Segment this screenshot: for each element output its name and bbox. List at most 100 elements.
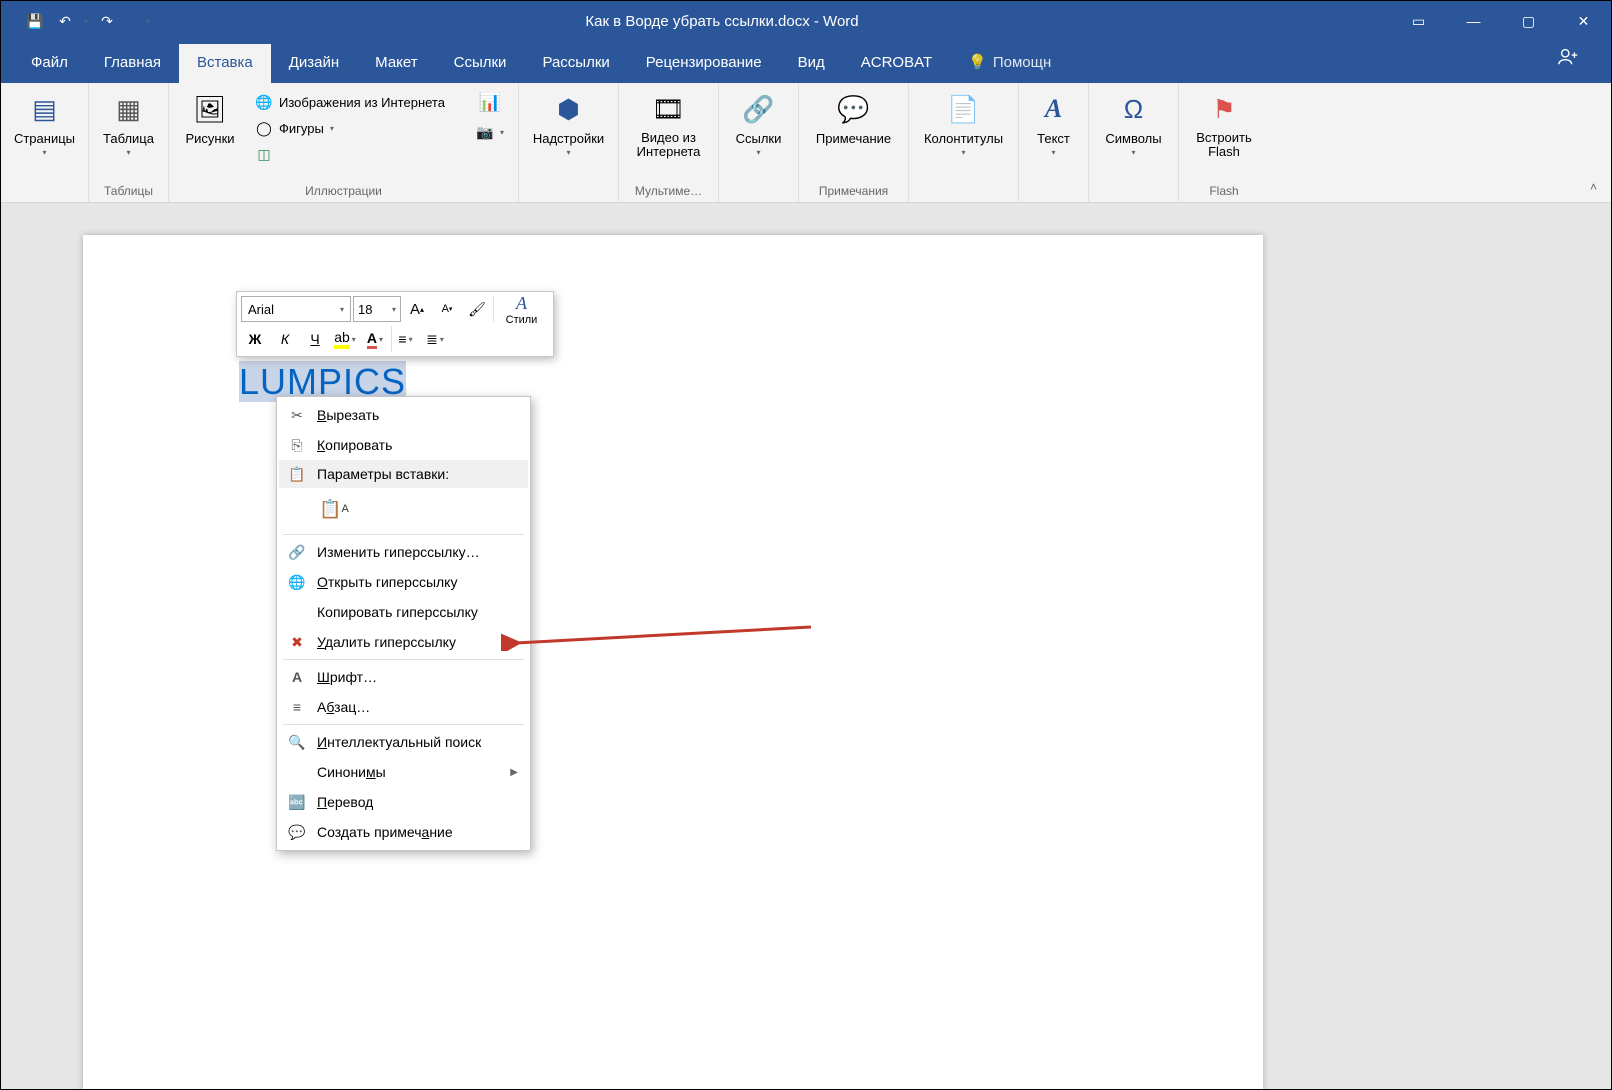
chart-button[interactable]: 📊 [479, 91, 501, 113]
smartart-button[interactable]: ◫ [249, 143, 451, 165]
ribbon-display-options-icon[interactable]: ▭ [1391, 1, 1446, 41]
group-flash: Flash [1185, 182, 1263, 200]
italic-button[interactable]: К [271, 326, 299, 352]
collapse-ribbon-icon[interactable]: ˄ [1576, 172, 1611, 202]
tab-references[interactable]: Ссылки [436, 44, 525, 83]
mini-toolbar: Arial▾ 18▾ A▴ A▾ 🖌 A Стили Ж К Ч ab▾ A▾ … [236, 291, 554, 357]
addins-button[interactable]: ⬢ Надстройки ▾ [525, 87, 612, 179]
save-icon[interactable]: 💾 [21, 7, 49, 35]
font-size-combo[interactable]: 18▾ [353, 296, 401, 322]
highlight-button[interactable]: ab▾ [331, 326, 359, 352]
lightbulb-icon: 💡 [968, 53, 987, 71]
headerfooter-icon: 📄 [946, 91, 982, 127]
tell-me[interactable]: 💡 Помощн [950, 43, 1069, 83]
styles-button[interactable]: A Стили [493, 296, 549, 322]
cut-icon: ✂ [287, 405, 307, 425]
hyperlink-icon: 🔗 [287, 542, 307, 562]
copy-icon: ⎘ [287, 435, 307, 455]
undo-dropdown[interactable]: ▾ [81, 17, 91, 26]
numbering-button[interactable]: ≣▾ [421, 326, 449, 352]
links-button[interactable]: 🔗 Ссылки ▾ [725, 87, 792, 179]
addins-label: Надстройки [533, 131, 604, 146]
header-footer-button[interactable]: 📄 Колонтитулы ▾ [915, 87, 1012, 179]
menu-new-comment[interactable]: 💬 Создать примечание [279, 817, 528, 847]
underline-button[interactable]: Ч [301, 326, 329, 352]
headerfooter-label: Колонтитулы [924, 131, 1003, 146]
table-button[interactable]: ▦ Таблица ▾ [95, 87, 162, 179]
group-tables: Таблицы [95, 182, 162, 200]
tab-mailings[interactable]: Рассылки [524, 44, 627, 83]
tab-review[interactable]: Рецензирование [628, 44, 780, 83]
ribbon-tabs: Файл Главная Вставка Дизайн Макет Ссылки… [1, 41, 1611, 83]
group-comments: Примечания [805, 182, 902, 200]
menu-paragraph[interactable]: ≡ Абзац… [279, 692, 528, 722]
menu-font[interactable]: A Шрифт… [279, 662, 528, 692]
copy-hyperlink-label: Копировать гиперссылку [317, 604, 478, 620]
tab-home[interactable]: Главная [86, 44, 179, 83]
font-size-value: 18 [358, 302, 372, 317]
menu-paste-options-header: 📋 Параметры вставки: [279, 460, 528, 488]
menu-open-hyperlink[interactable]: 🌐 Открыть гиперссылку [279, 567, 528, 597]
tab-acrobat[interactable]: ACROBAT [843, 44, 950, 83]
minimize-button[interactable]: — [1446, 1, 1501, 41]
remove-link-icon: ✖ [287, 632, 307, 652]
tab-view[interactable]: Вид [780, 44, 843, 83]
comment-button[interactable]: 💬 Примечание [805, 87, 902, 179]
shapes-button[interactable]: ◯ Фигуры ▾ [249, 117, 451, 139]
open-link-icon: 🌐 [287, 572, 307, 592]
redo-icon[interactable]: ↷ [93, 7, 121, 35]
menu-copy[interactable]: ⎘ Копировать [279, 430, 528, 460]
screenshot-button[interactable]: 📷▾ [474, 121, 506, 143]
menu-synonyms[interactable]: Синонимы ▶ [279, 757, 528, 787]
pictures-label: Рисунки [185, 131, 234, 146]
tell-me-label: Помощн [993, 54, 1051, 71]
shrink-font-icon[interactable]: A▾ [433, 296, 461, 322]
styles-label: Стили [506, 314, 538, 326]
tab-file[interactable]: Файл [13, 44, 86, 83]
tab-design[interactable]: Дизайн [271, 44, 357, 83]
flash-label: Встроить Flash [1185, 131, 1263, 160]
menu-remove-hyperlink[interactable]: ✖ Удалить гиперссылку [279, 627, 528, 657]
bold-button[interactable]: Ж [241, 326, 269, 352]
paste-header-label: Параметры вставки: [317, 466, 449, 482]
textbox-icon: A [1036, 91, 1072, 127]
paste-icon: 📋 [287, 464, 307, 484]
ribbon: ▤ Страницы ▾ ▦ Таблица ▾ Таблицы 🖼 Рисун… [1, 83, 1611, 203]
menu-translate[interactable]: 🔤 Перевод [279, 787, 528, 817]
symbols-button[interactable]: Ω Символы ▾ [1095, 87, 1172, 179]
tab-layout[interactable]: Макет [357, 44, 435, 83]
pictures-button[interactable]: 🖼 Рисунки [175, 87, 245, 179]
menu-cut[interactable]: ✂ Вырезать [279, 400, 528, 430]
menu-copy-hyperlink[interactable]: Копировать гиперссылку [279, 597, 528, 627]
pages-button[interactable]: ▤ Страницы ▾ [7, 87, 82, 179]
translate-icon: 🔤 [287, 792, 307, 812]
paragraph-icon: ≡ [287, 697, 307, 717]
submenu-arrow-icon: ▶ [510, 767, 518, 778]
video-label: Видео из Интернета [625, 131, 712, 160]
context-menu: ✂ Вырезать ⎘ Копировать 📋 Параметры вста… [276, 396, 531, 851]
online-video-button[interactable]: 🎞 Видео из Интернета [625, 87, 712, 179]
document-title: Как в Ворде убрать ссылки.docx - Word [173, 13, 1271, 30]
grow-font-icon[interactable]: A▴ [403, 296, 431, 322]
online-pics-label: Изображения из Интернета [279, 95, 445, 110]
menu-smart-lookup[interactable]: 🔍 Интеллектуальный поиск [279, 727, 528, 757]
symbol-icon: Ω [1116, 91, 1152, 127]
picture-icon: 🖼 [192, 91, 228, 127]
font-icon: A [287, 667, 307, 687]
smartart-icon: ◫ [255, 145, 273, 163]
font-family-combo[interactable]: Arial▾ [241, 296, 351, 322]
format-painter-icon[interactable]: 🖌 [463, 296, 491, 322]
online-pictures-button[interactable]: 🌐 Изображения из Интернета [249, 91, 451, 113]
font-color-button[interactable]: A▾ [361, 326, 389, 352]
text-button[interactable]: A Текст ▾ [1025, 87, 1082, 179]
undo-icon[interactable]: ↶ [51, 7, 79, 35]
search-icon: 🔍 [287, 732, 307, 752]
flash-button[interactable]: ⚑ Встроить Flash [1185, 87, 1263, 179]
qat-customize[interactable]: ▾ [143, 17, 153, 26]
tab-insert[interactable]: Вставка [179, 44, 271, 83]
bullets-button[interactable]: ≡▾ [391, 326, 419, 352]
paste-keep-text-icon[interactable]: 📋A [317, 492, 351, 526]
menu-edit-hyperlink[interactable]: 🔗 Изменить гиперссылку… [279, 537, 528, 567]
share-button[interactable] [1537, 35, 1599, 83]
group-illustrations: Иллюстрации [175, 182, 512, 200]
